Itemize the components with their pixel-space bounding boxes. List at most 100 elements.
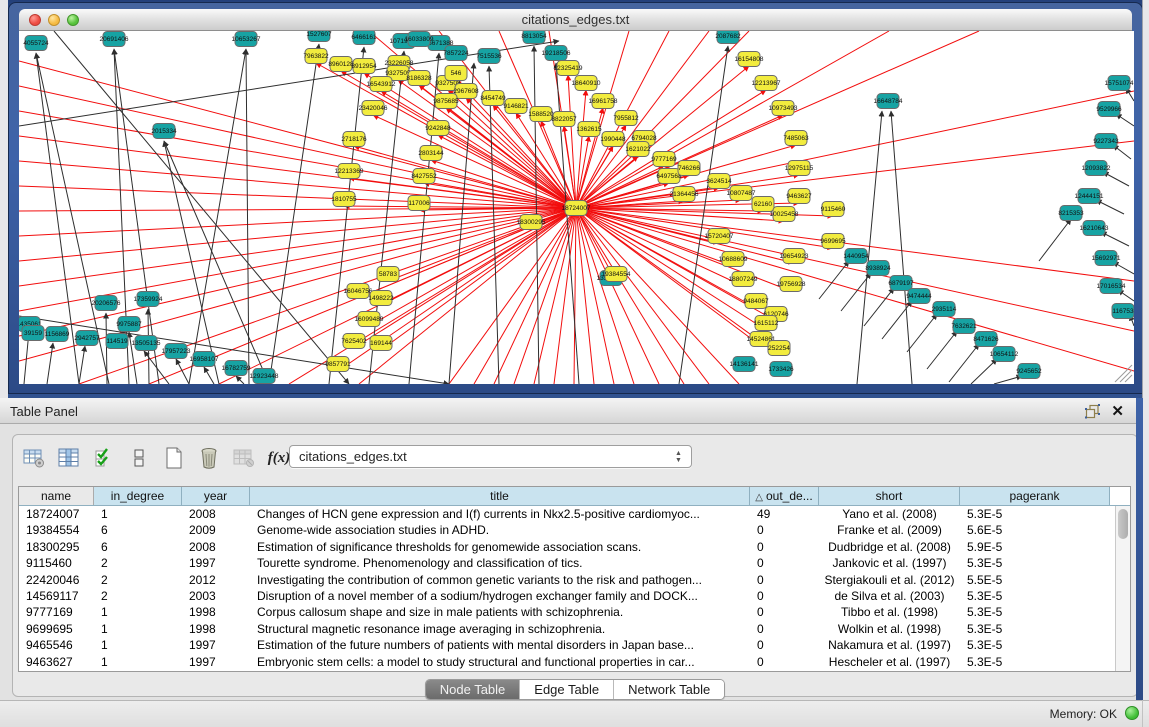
graph-node[interactable]: 13505135: [132, 336, 161, 351]
table-row[interactable]: 977716911998Corpus callosum shape and si…: [19, 604, 1130, 620]
graph-node[interactable]: 12213369: [335, 164, 364, 179]
graph-hub-node[interactable]: 18724007: [562, 201, 591, 216]
graph-node[interactable]: 12975115: [785, 161, 814, 176]
graph-node[interactable]: 252254: [768, 341, 790, 356]
graph-node[interactable]: 114519: [106, 334, 128, 349]
graph-node[interactable]: 16033809: [405, 32, 434, 47]
graph-node[interactable]: 1588520: [528, 107, 554, 122]
graph-node[interactable]: 1733426: [768, 362, 794, 377]
graph-node[interactable]: 9875685: [433, 94, 459, 109]
graph-node[interactable]: 16210643: [1080, 221, 1109, 236]
graph-node[interactable]: 14136141: [730, 357, 759, 372]
tab-node-table[interactable]: Node Table: [426, 680, 521, 699]
graph-node[interactable]: 8813054: [521, 31, 547, 44]
rows-icon[interactable]: [126, 445, 152, 471]
graph-node[interactable]: 8822057: [551, 112, 577, 127]
graph-node[interactable]: 8454749: [480, 91, 506, 106]
graph-node[interactable]: 7485063: [783, 131, 809, 146]
graph-node[interactable]: 7955812: [613, 111, 639, 126]
graph-node[interactable]: 169144: [370, 336, 392, 351]
graph-node[interactable]: 16782759: [222, 361, 251, 376]
graph-node[interactable]: 12325419: [554, 61, 583, 76]
graph-node[interactable]: 19756928: [777, 277, 806, 292]
graph-node[interactable]: 1440954: [843, 249, 869, 264]
column-header-short[interactable]: short: [819, 487, 960, 505]
close-panel-icon[interactable]: ✕: [1111, 402, 1124, 420]
table-row[interactable]: 1938455462009Genome-wide association stu…: [19, 522, 1130, 538]
float-window-icon[interactable]: [1085, 404, 1100, 419]
graph-node[interactable]: 2803144: [418, 146, 444, 161]
column-header-title[interactable]: title: [250, 487, 750, 505]
scrollbar-thumb[interactable]: [1118, 509, 1128, 539]
graph-node[interactable]: 9474444: [906, 289, 932, 304]
graph-node[interactable]: 12923448: [250, 369, 279, 384]
table-row[interactable]: 946554611997Estimation of the future num…: [19, 637, 1130, 653]
graph-node[interactable]: 12444151: [1075, 189, 1104, 204]
graph-node[interactable]: 19384554: [602, 267, 631, 282]
graph-node[interactable]: 8471626: [973, 332, 999, 347]
network-graph[interactable]: 4055724206914061065326715276076466161107…: [19, 31, 1134, 384]
graph-node[interactable]: 17957223: [162, 344, 191, 359]
graph-node[interactable]: 62160: [752, 197, 774, 212]
graph-node[interactable]: 1990448: [600, 132, 626, 147]
graph-node[interactable]: 1498222: [368, 291, 394, 306]
graph-node[interactable]: 10973493: [769, 101, 798, 116]
delete-icon[interactable]: [196, 445, 222, 471]
graph-node[interactable]: 10654112: [990, 347, 1019, 362]
graph-node[interactable]: 8186328: [406, 71, 432, 86]
graph-node[interactable]: 9777169: [651, 152, 677, 167]
graph-node[interactable]: 116753: [1112, 304, 1134, 319]
column-header-out_de[interactable]: △out_de...: [750, 487, 819, 505]
table-vertical-scrollbar[interactable]: [1115, 506, 1130, 671]
graph-node[interactable]: 17359924: [134, 292, 163, 307]
graph-node[interactable]: 1362615: [576, 122, 602, 137]
graph-node[interactable]: 4055724: [23, 36, 49, 51]
column-header-pagerank[interactable]: pagerank: [960, 487, 1110, 505]
table-row[interactable]: 1830029562008Estimation of significance …: [19, 539, 1130, 555]
graph-node[interactable]: 117006: [408, 196, 430, 211]
graph-node[interactable]: 2015334: [151, 124, 177, 139]
graph-node[interactable]: 1621022: [625, 142, 651, 157]
graph-node[interactable]: 10653267: [232, 32, 261, 47]
graph-node[interactable]: 9529966: [1096, 102, 1122, 117]
graph-node[interactable]: 8215353: [1058, 206, 1084, 221]
graph-node[interactable]: 16958107: [190, 352, 219, 367]
graph-node[interactable]: 10025458: [770, 207, 799, 222]
graph-node[interactable]: 16648784: [874, 94, 903, 109]
graph-node[interactable]: 19654923: [780, 249, 809, 264]
graph-node[interactable]: 20691406: [100, 32, 129, 47]
graph-node[interactable]: 16154808: [735, 52, 764, 67]
graph-node[interactable]: 18300295: [517, 215, 546, 230]
graph-node[interactable]: 7515536: [476, 49, 502, 64]
graph-node[interactable]: 12213967: [752, 76, 781, 91]
graph-node[interactable]: 1156869: [45, 327, 70, 342]
graph-node[interactable]: 546: [445, 66, 467, 81]
table-selector-combobox[interactable]: citations_edges.txt ▲▼: [289, 445, 692, 468]
graph-node[interactable]: 7963822: [303, 49, 329, 64]
graph-node[interactable]: 8938924: [865, 261, 891, 276]
graph-node[interactable]: 8960128: [328, 57, 354, 72]
graph-node[interactable]: 18640910: [572, 76, 601, 91]
graph-node[interactable]: 9115460: [821, 202, 846, 217]
new-document-icon[interactable]: [161, 445, 187, 471]
graph-node[interactable]: 9857791: [325, 357, 351, 372]
table-row[interactable]: 911546021997Tourette syndrome. Phenomeno…: [19, 555, 1130, 571]
table-row[interactable]: 946362711997Embryonic stem cells: a mode…: [19, 654, 1130, 670]
graph-node[interactable]: 8427552: [411, 169, 437, 184]
graph-node[interactable]: 7625402: [341, 334, 367, 349]
table-row[interactable]: 1456911722003Disruption of a novel membe…: [19, 588, 1130, 604]
graph-node[interactable]: 746266: [678, 161, 700, 176]
graph-node[interactable]: 1615112: [754, 316, 779, 331]
graph-node[interactable]: 12093822: [1082, 161, 1111, 176]
graph-node[interactable]: 9484067: [743, 294, 769, 309]
graph-node[interactable]: 39159: [22, 326, 44, 341]
graph-node[interactable]: 17016534: [1097, 279, 1126, 294]
graph-node[interactable]: 2942757: [74, 331, 100, 346]
graph-node[interactable]: 15751074: [1105, 76, 1134, 91]
graph-node[interactable]: 23420046: [359, 101, 388, 116]
graph-node[interactable]: 15692971: [1092, 251, 1121, 266]
select-columns-icon[interactable]: [91, 445, 117, 471]
graph-node[interactable]: 18807249: [729, 272, 758, 287]
graph-node[interactable]: 8912954: [351, 59, 377, 74]
graph-node[interactable]: 15720407: [705, 229, 734, 244]
